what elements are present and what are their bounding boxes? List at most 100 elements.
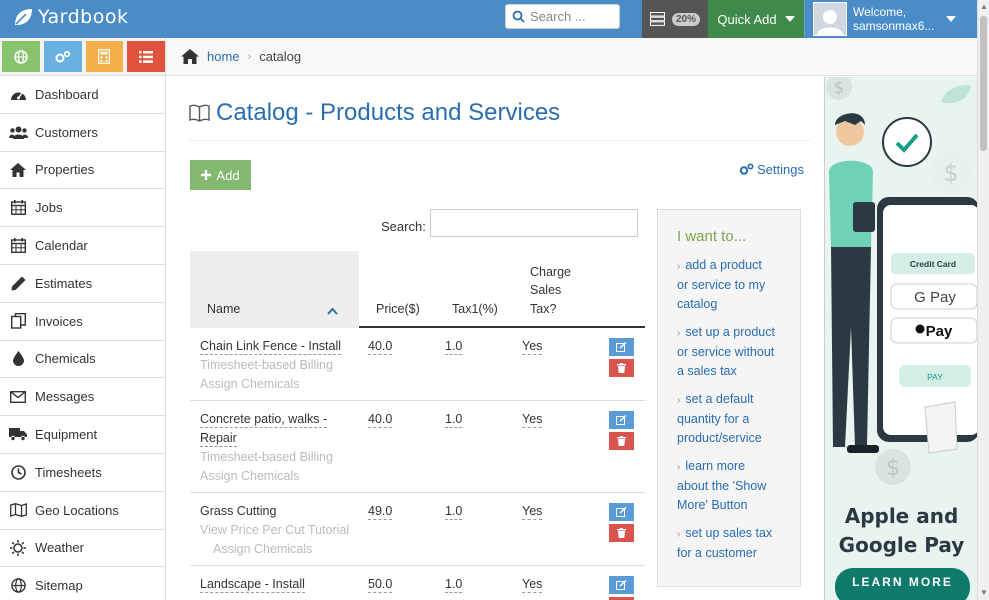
advertisement-banner[interactable]: $ $ Credit Card G Pay Pay PAY $ Apple an…	[824, 77, 977, 600]
assign-chemicals-link[interactable]: Assign Chemicals	[200, 469, 299, 483]
sidebar-item-chemicals[interactable]: Chemicals	[0, 341, 165, 379]
app-name: Yardbook	[38, 6, 129, 28]
sidebar-item-calendar[interactable]: Calendar	[0, 227, 165, 265]
sidebar-item-jobs[interactable]: Jobs	[0, 189, 165, 228]
sidebar-item-messages[interactable]: Messages	[0, 378, 165, 417]
sidebar-item-estimates[interactable]: Estimates	[0, 265, 165, 303]
sidebar-item-sitemap[interactable]: Sitemap	[0, 567, 165, 600]
edit-button[interactable]	[609, 503, 634, 521]
sidebar-item-label: Chemicals	[35, 351, 96, 367]
sidebar-item-weather[interactable]: Weather	[0, 530, 165, 568]
sidebar-item-timesheets[interactable]: Timesheets	[0, 454, 165, 492]
sidebar-item-invoices[interactable]: Invoices	[0, 303, 165, 341]
sidebar-item-label: Properties	[35, 162, 95, 178]
sidebar-item-geo-locations[interactable]: Geo Locations	[0, 492, 165, 530]
edit-button[interactable]	[609, 338, 634, 356]
page-scrollbar[interactable]: ▲ ▼	[977, 0, 989, 600]
charge-tax-value[interactable]: Yes	[522, 339, 543, 355]
tax-value[interactable]: 1.0	[445, 504, 463, 520]
title-divider	[189, 140, 809, 141]
sidebar-item-label: Calendar	[35, 238, 88, 254]
tax1-header[interactable]: Tax1(%)	[452, 302, 498, 316]
shortcut-map-button[interactable]	[2, 41, 40, 72]
apple-logo-icon	[915, 324, 925, 334]
product-name[interactable]: Chain Link Fence - Install	[200, 339, 342, 355]
svg-text:$: $	[943, 159, 958, 187]
help-link-add-product[interactable]: › add a product or service to my catalog	[677, 256, 788, 314]
help-link-default-quantity[interactable]: › set a default quantity for a product/serv…	[677, 390, 788, 448]
name-column-header[interactable]	[190, 251, 359, 328]
shortcut-list-button[interactable]	[127, 41, 165, 72]
sidebar-item-properties[interactable]: Properties	[0, 152, 165, 190]
breadcrumb-home-link[interactable]: home	[207, 49, 240, 64]
home-icon[interactable]	[181, 49, 199, 64]
table-search-input[interactable]	[430, 209, 638, 237]
name-header-label: Name	[207, 302, 241, 316]
delete-button[interactable]	[609, 432, 634, 450]
edit-icon	[616, 507, 627, 517]
product-name[interactable]: Concrete patio, walks -	[200, 412, 328, 428]
trash-icon	[617, 363, 626, 373]
product-name[interactable]: Grass Cutting	[200, 504, 276, 518]
price-per-cut-tutorial-link[interactable]: View Price Per Cut Tutorial	[200, 523, 349, 537]
table-row: Chain Link Fence - Install Timesheet-bas…	[190, 328, 645, 401]
scroll-down-arrow-icon[interactable]: ▼	[980, 588, 988, 597]
yardbook-logo[interactable]: Yardbook	[12, 6, 128, 28]
price-value[interactable]: 40.0	[368, 339, 393, 355]
charge-tax-value[interactable]: Yes	[522, 412, 543, 428]
edit-button[interactable]	[609, 411, 634, 429]
sidebar-item-label: Customers	[35, 124, 98, 140]
page-title-text: Catalog - Products and Services	[216, 99, 561, 126]
help-link-customer-sales-tax[interactable]: › set up sales tax for a customer	[677, 524, 788, 563]
help-link-no-sales-tax[interactable]: › set up a product or service without a sal…	[677, 323, 788, 381]
sidebar-item-equipment[interactable]: Equipment	[0, 416, 165, 454]
quick-add-button[interactable]: Quick Add	[708, 0, 804, 38]
scroll-up-arrow-icon[interactable]: ▲	[980, 2, 988, 11]
pencil-icon	[8, 276, 28, 291]
help-link-show-more-button[interactable]: › learn more about the 'Show More' Button	[677, 457, 788, 515]
product-name[interactable]: Landscape - Install	[200, 577, 305, 593]
tax-value[interactable]: 1.0	[445, 412, 463, 428]
ad-title: Apple and Google Pay	[838, 504, 965, 557]
timesheet-billing-link[interactable]: Timesheet-based Billing	[200, 358, 333, 372]
global-search-input[interactable]	[530, 9, 614, 24]
assign-chemicals-link[interactable]: Assign Chemicals	[200, 377, 299, 391]
timesheet-billing-link[interactable]: Timesheet-based Billing	[200, 450, 333, 464]
global-search-box[interactable]	[505, 4, 620, 29]
help-panel: I want to... › add a product or service to…	[657, 209, 801, 587]
sort-ascending-icon[interactable]	[327, 307, 338, 315]
shortcut-settings-button[interactable]	[43, 41, 82, 72]
calculator-icon	[98, 49, 111, 64]
sidebar-item-dashboard[interactable]: Dashboard	[0, 76, 165, 114]
sidebar-shortcuts	[0, 38, 166, 76]
price-value[interactable]: 49.0	[368, 504, 393, 520]
price-value[interactable]: 40.0	[368, 412, 393, 428]
price-header[interactable]: Price($)	[376, 302, 420, 316]
price-value[interactable]: 50.0	[368, 577, 393, 593]
dashboard-icon	[8, 88, 28, 101]
assign-chemicals-link[interactable]: Assign Chemicals	[213, 542, 312, 556]
user-menu[interactable]: Welcome, samsonmax6...	[804, 0, 976, 38]
gears-icon	[739, 163, 754, 175]
scrollbar-thumb[interactable]	[980, 16, 987, 151]
storage-progress-button[interactable]: 20%	[642, 0, 708, 38]
edit-button[interactable]	[609, 576, 634, 594]
tax-value[interactable]: 1.0	[445, 577, 463, 593]
settings-link[interactable]: Settings	[739, 162, 804, 177]
charge-tax-value[interactable]: Yes	[522, 577, 543, 593]
learn-more-button[interactable]: LEARN MORE	[835, 568, 970, 600]
sidebar-item-customers[interactable]: Customers	[0, 114, 165, 152]
droplet-icon	[8, 351, 28, 367]
shortcut-calculator-button[interactable]	[85, 41, 124, 72]
delete-button[interactable]	[609, 359, 634, 377]
user-silhouette-icon	[817, 10, 843, 35]
add-button[interactable]: Add	[190, 160, 251, 190]
chevron-right-icon: ›	[677, 462, 681, 473]
charge-tax-value[interactable]: Yes	[522, 504, 543, 520]
add-button-label: Add	[216, 167, 240, 183]
tax-value[interactable]: 1.0	[445, 339, 463, 355]
svg-text:$: $	[886, 456, 900, 481]
clock-icon	[8, 465, 28, 480]
delete-button[interactable]	[609, 524, 634, 542]
product-name-line2[interactable]: Repair	[200, 431, 237, 447]
